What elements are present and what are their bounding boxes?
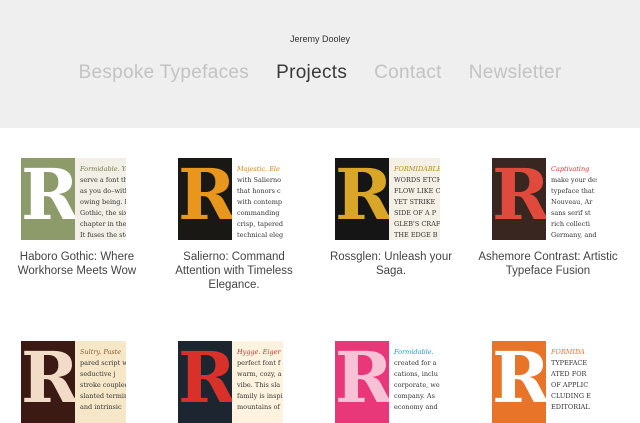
specimen-line: as you do–with [80,187,126,195]
specimen-line: created for a [394,359,437,367]
specimen-line: mountains of [237,403,280,411]
specimen-line: WORDS ETCH [394,176,440,184]
project-thumbnail[interactable]: R Hygge. Eiger perfect font f warm, cozy, a… [178,341,283,423]
project-title[interactable]: Rossglen: Unleash your Saga. [321,250,461,278]
specimen-letter: R [21,341,80,419]
specimen-text: Captivating make your des typeface that Nou… [546,158,597,240]
specimen-text: Majestic. Ele with Salierno that honors c w… [232,158,283,240]
specimen-line: owing being. Inte [80,198,126,206]
specimen-line: Sultry. Paste [80,348,122,356]
specimen-line: CLUDING E [551,392,591,400]
specimen-letter: R [492,341,551,419]
specimen-line: corporate, we [394,381,440,389]
specimen-line: crisp, tapered [237,220,283,228]
specimen-line: OF APPLIC [551,381,589,389]
specimen-text: FORMIDA TYPEFACE ATED FOR OF APPLIC CLUDING … [546,341,597,423]
specimen-line: cations, inclu [394,370,438,378]
specimen-line: with Salierno [237,176,282,184]
specimen-line: FORMIDA [551,348,585,356]
specimen-line: Captivating [551,165,590,173]
specimen-line: and intrinsic [80,403,122,411]
project-title[interactable]: Ashemore Contrast: Artistic Typeface Fus… [478,250,618,278]
specimen-letter: R [178,158,237,236]
site-header: Jeremy Dooley Bespoke Typefaces Projects… [0,0,640,128]
project-thumbnail[interactable]: R Majestic. Ele with Salierno that honors c… [178,158,283,240]
specimen-line: Germany, and [551,231,597,239]
specimen-line: Gothic, the sixt [80,209,126,217]
nav-contact[interactable]: Contact [374,62,442,84]
specimen-line: commanding [237,209,280,217]
specimen-artwork: R [492,341,551,423]
project-thumbnail[interactable]: R Captivating make your des typeface that No… [492,158,597,240]
specimen-letter: R [335,341,394,419]
specimen-line: economy and [394,403,438,411]
specimen-line: family is inspi [237,392,283,400]
project-title[interactable]: Salierno: Command Attention with Timeles… [164,250,304,292]
specimen-line: Formidable. [394,348,434,356]
specimen-line: warm, cozy, a [237,370,282,378]
main-nav: Bespoke Typefaces Projects Contact Newsl… [0,62,640,84]
specimen-line: EDITORIAL [551,403,590,411]
project-thumbnail[interactable]: R FORMIDABLE WORDS ETCH FLOW LIKE C YET STRI… [335,158,440,240]
specimen-line: serve a font tha [80,176,126,184]
specimen-line: chapter in the H [80,220,126,228]
nav-projects[interactable]: Projects [276,62,347,84]
specimen-line: Hygge. Eiger [237,348,281,356]
specimen-text: Formidable. Yo serve a font tha as you do–… [75,158,126,240]
specimen-line: THE EDGE B [394,231,438,239]
specimen-letter: R [178,341,237,419]
specimen-artwork: R [178,158,237,240]
specimen-line: YET STRIKE [394,198,436,206]
specimen-text: Formidable. created for a cations, inclu co… [389,341,440,423]
specimen-line: slanted termin [80,392,126,400]
specimen-artwork: R [178,341,237,423]
specimen-artwork: R [335,341,394,423]
specimen-text: Sultry. Paste pared script w seductive j st… [75,341,126,423]
specimen-line: rich collecti [551,220,590,228]
specimen-artwork: R [335,158,394,240]
specimen-line: perfect font f [237,359,281,367]
specimen-line: technical eleg [237,231,283,239]
specimen-letter: R [492,158,551,236]
nav-bespoke-typefaces[interactable]: Bespoke Typefaces [79,62,250,84]
project-thumbnail[interactable]: R Formidable. created for a cations, inclu c… [335,341,440,423]
nav-newsletter[interactable]: Newsletter [469,62,562,84]
specimen-line: company. As [394,392,435,400]
specimen-line: vibe. This sla [237,381,281,389]
specimen-letter: R [21,158,80,236]
specimen-line: seductive j [80,370,116,378]
specimen-line: typeface that [551,187,595,195]
specimen-line: FLOW LIKE C [394,187,440,195]
project-thumbnail[interactable]: R Sultry. Paste pared script w seductive j s… [21,341,126,423]
specimen-line: pared script w [80,359,126,367]
specimen-line: SIDE OF A P [394,209,437,217]
specimen-line: Formidable. Yo [80,165,126,173]
specimen-line: with contemp [237,198,283,206]
specimen-line: Majestic. Ele [237,165,280,173]
specimen-artwork: R [21,158,80,240]
specimen-artwork: R [492,158,551,240]
specimen-letter: R [335,158,394,236]
specimen-line: GLEB'S CRAF [394,220,440,228]
specimen-line: stroke coupled [80,381,126,389]
specimen-line: TYPEFACE [551,359,588,367]
specimen-line: that honors c [237,187,281,195]
project-title[interactable]: Haboro Gothic: Where Workhorse Meets Wow [7,250,147,278]
specimen-text: Hygge. Eiger perfect font f warm, cozy, a v… [232,341,283,423]
specimen-line: It fuses the stea [80,231,126,239]
project-thumbnail[interactable]: RFormidable. Yo serve a font tha as you do… [21,158,126,240]
specimen-line: FORMIDABLE [394,165,440,173]
project-thumbnail[interactable]: R FORMIDA TYPEFACE ATED FOR OF APPLIC CLUDING… [492,341,597,423]
specimen-line: ATED FOR [551,370,587,378]
specimen-text: FORMIDABLE WORDS ETCH FLOW LIKE C YET STRIK… [389,158,440,240]
specimen-line: make your des [551,176,597,184]
specimen-line: Nouveau, Ar [551,198,593,206]
specimen-artwork: R [21,341,80,423]
specimen-line: sans serif st [551,209,591,217]
site-name[interactable]: Jeremy Dooley [0,34,640,44]
